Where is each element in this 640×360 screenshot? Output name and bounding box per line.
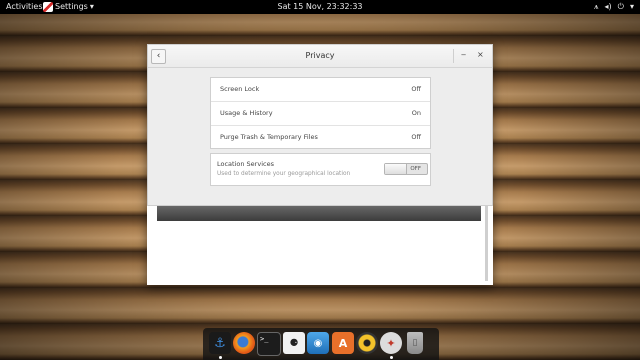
usage-history-row[interactable]: Usage & History On bbox=[211, 102, 430, 126]
location-services-label: Location Services bbox=[217, 160, 274, 168]
row-label: Usage & History bbox=[220, 109, 273, 117]
settings-icon[interactable]: ✦ bbox=[380, 332, 402, 354]
wifi-icon: ⩚ bbox=[594, 2, 599, 11]
location-services-description: Used to determine your geographical loca… bbox=[217, 171, 351, 177]
music-icon[interactable] bbox=[356, 332, 378, 354]
volume-icon: ◂) bbox=[604, 2, 612, 11]
titlebar-separator bbox=[453, 49, 454, 63]
location-services-switch[interactable]: OFF bbox=[384, 163, 428, 175]
dock: ⚓ >_ ⚈ ◉ A ✦ ▯ bbox=[203, 328, 439, 360]
software-center-icon[interactable]: A bbox=[332, 332, 354, 354]
anchor-icon[interactable]: ⚓ bbox=[209, 332, 231, 354]
chevron-down-icon: ▾ bbox=[629, 2, 634, 11]
close-button[interactable]: × bbox=[477, 49, 484, 61]
privacy-settings-list: Screen Lock Off Usage & History On Purge… bbox=[210, 77, 431, 149]
row-value: Off bbox=[411, 85, 421, 93]
trash-icon[interactable]: ▯ bbox=[407, 332, 423, 354]
purge-trash-row[interactable]: Purge Trash & Temporary Files Off bbox=[211, 126, 430, 149]
screen-lock-row[interactable]: Screen Lock Off bbox=[211, 78, 430, 102]
row-label: Screen Lock bbox=[220, 85, 260, 93]
window-toolbar-strip bbox=[157, 205, 481, 221]
row-value: On bbox=[411, 109, 421, 117]
terminal-icon[interactable]: >_ bbox=[257, 332, 281, 356]
firefox-icon[interactable] bbox=[233, 332, 255, 354]
location-services-row: Location Services Used to determine your… bbox=[210, 153, 431, 186]
clock[interactable]: Sat 15 Nov, 23:32:33 bbox=[0, 0, 640, 14]
scrollbar[interactable] bbox=[485, 205, 488, 281]
row-label: Purge Trash & Temporary Files bbox=[220, 133, 318, 141]
power-icon: ⏻ bbox=[617, 2, 624, 11]
system-tray[interactable]: ⩚ ◂) ⏻ ▾ bbox=[594, 0, 634, 14]
notes-icon[interactable]: ⚈ bbox=[283, 332, 305, 354]
switch-state: OFF bbox=[410, 166, 421, 172]
dialog-title: Privacy bbox=[305, 51, 335, 60]
dialog-titlebar: ‹ Privacy ‒ × bbox=[148, 45, 492, 68]
switch-knob[interactable] bbox=[385, 164, 407, 174]
privacy-dialog: ‹ Privacy ‒ × Screen Lock Off Usage & Hi… bbox=[147, 44, 493, 206]
running-indicator bbox=[390, 356, 393, 359]
top-bar: Activities Settings ▾ Sat 15 Nov, 23:32:… bbox=[0, 0, 640, 14]
photos-icon[interactable]: ◉ bbox=[307, 332, 329, 354]
minimize-button[interactable]: ‒ bbox=[461, 49, 466, 61]
row-value: Off bbox=[411, 133, 421, 141]
running-indicator bbox=[219, 356, 222, 359]
